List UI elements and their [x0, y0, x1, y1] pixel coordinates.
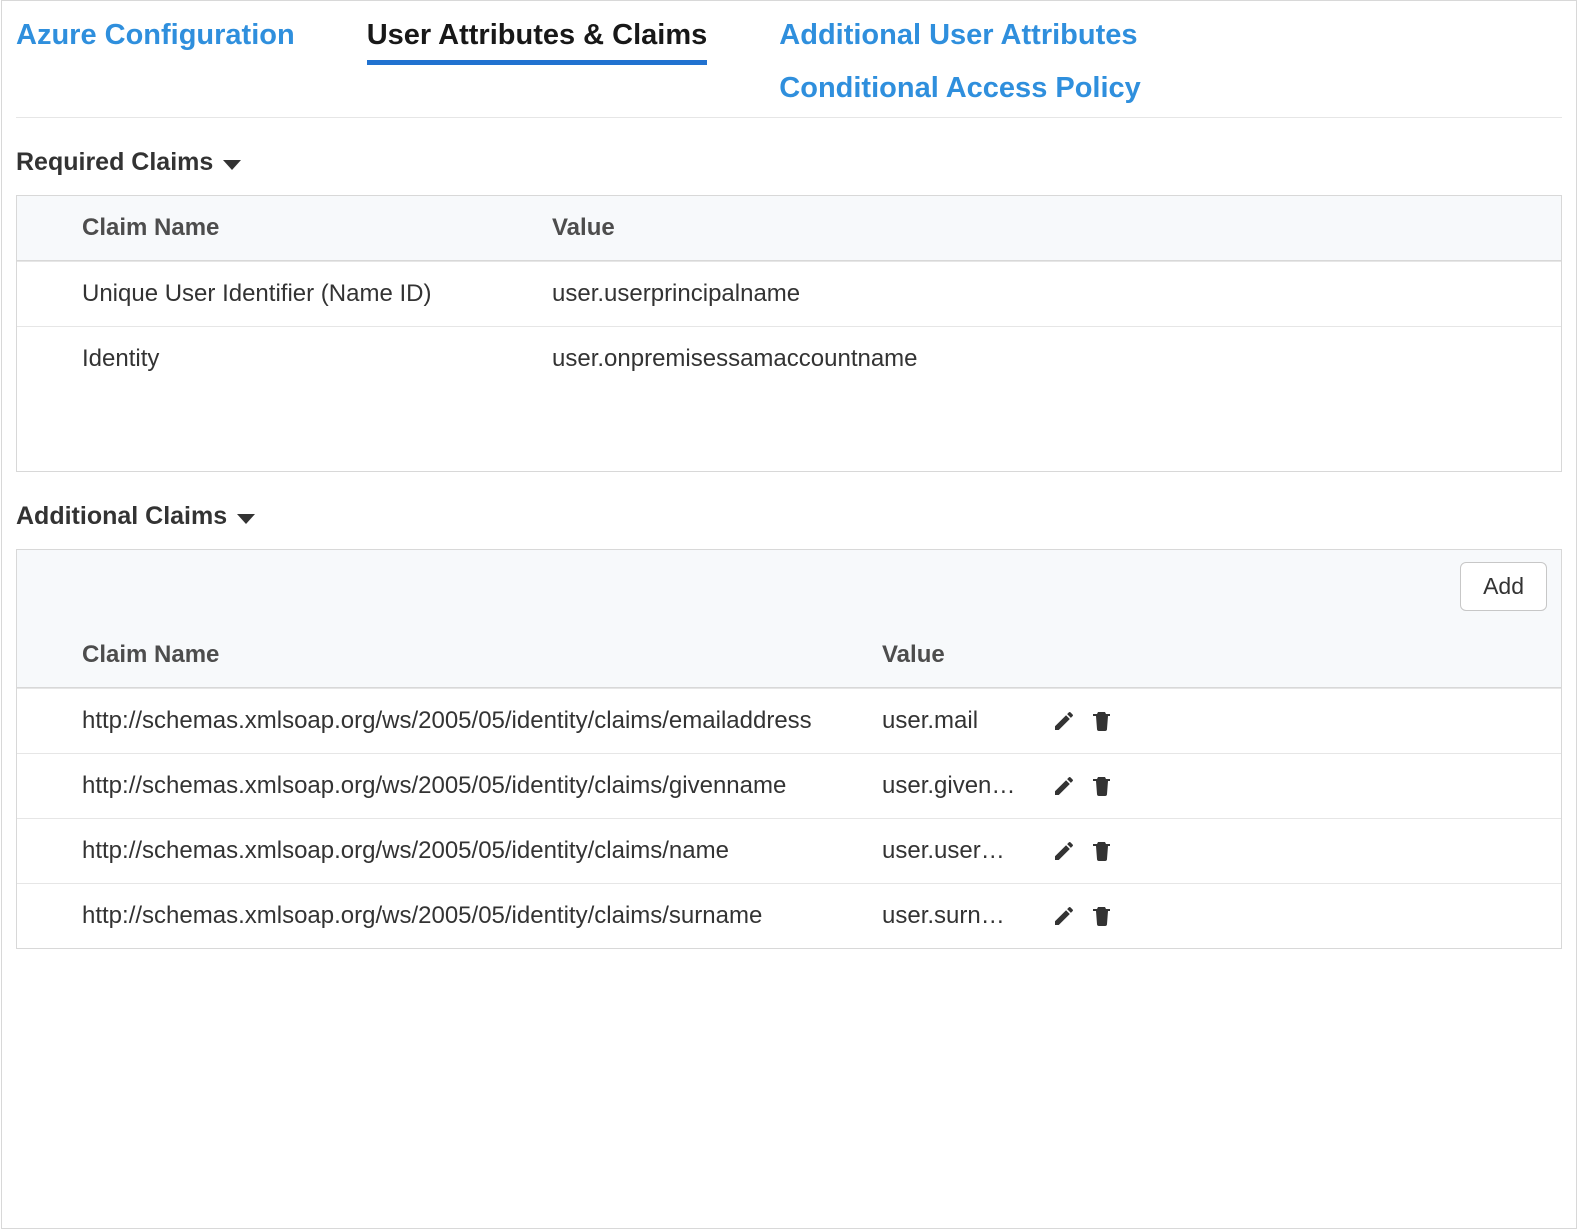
required-claims-table: Claim Name Value Unique User Identifier …	[16, 195, 1562, 472]
add-button[interactable]: Add	[1460, 562, 1547, 611]
claim-value-cell: user.user…	[882, 837, 1052, 865]
tab-conditional-access-policy[interactable]: Conditional Access Policy	[779, 64, 1141, 117]
additional-claims-toolbar: Add	[17, 550, 1561, 623]
claim-value-cell: user.given…	[882, 772, 1052, 800]
edit-icon[interactable]	[1052, 774, 1076, 798]
claim-name-cell: Unique User Identifier (Name ID)	[82, 280, 552, 308]
col-value: Value	[882, 641, 1052, 669]
edit-icon[interactable]	[1052, 709, 1076, 733]
caret-down-icon	[223, 160, 241, 170]
required-table-header: Claim Name Value	[17, 196, 1561, 261]
table-row[interactable]: http://schemas.xmlsoap.org/ws/2005/05/id…	[17, 753, 1561, 818]
edit-icon[interactable]	[1052, 904, 1076, 928]
additional-claims-toggle[interactable]: Additional Claims	[16, 502, 1562, 531]
tab-user-attributes-claims[interactable]: User Attributes & Claims	[367, 11, 708, 65]
claim-value-cell: user.userprincipalname	[552, 280, 1561, 308]
delete-icon[interactable]	[1090, 839, 1114, 863]
claim-value-cell: user.mail	[882, 707, 1052, 735]
table-row[interactable]: http://schemas.xmlsoap.org/ws/2005/05/id…	[17, 688, 1561, 753]
caret-down-icon	[237, 514, 255, 524]
table-row[interactable]: Identity user.onpremisessamaccountname	[17, 326, 1561, 391]
claim-value-cell: user.surn…	[882, 902, 1052, 930]
delete-icon[interactable]	[1090, 904, 1114, 928]
col-value: Value	[552, 214, 1561, 242]
table-row[interactable]: http://schemas.xmlsoap.org/ws/2005/05/id…	[17, 883, 1561, 948]
col-claim-name: Claim Name	[82, 214, 552, 242]
claim-name-cell: http://schemas.xmlsoap.org/ws/2005/05/id…	[82, 837, 882, 865]
edit-icon[interactable]	[1052, 839, 1076, 863]
delete-icon[interactable]	[1090, 774, 1114, 798]
tab-additional-user-attributes[interactable]: Additional User Attributes	[779, 11, 1141, 64]
tab-bar: Azure Configuration User Attributes & Cl…	[16, 1, 1562, 118]
claim-value-cell: user.onpremisessamaccountname	[552, 345, 1561, 373]
required-claims-label: Required Claims	[16, 148, 213, 177]
table-row[interactable]: Unique User Identifier (Name ID) user.us…	[17, 261, 1561, 326]
delete-icon[interactable]	[1090, 709, 1114, 733]
additional-table-header: Claim Name Value	[17, 623, 1561, 688]
claim-name-cell: http://schemas.xmlsoap.org/ws/2005/05/id…	[82, 902, 882, 930]
col-claim-name: Claim Name	[82, 641, 882, 669]
tab-azure-configuration[interactable]: Azure Configuration	[16, 11, 295, 64]
claim-name-cell: Identity	[82, 345, 552, 373]
table-row[interactable]: http://schemas.xmlsoap.org/ws/2005/05/id…	[17, 818, 1561, 883]
claim-name-cell: http://schemas.xmlsoap.org/ws/2005/05/id…	[82, 707, 882, 735]
required-claims-toggle[interactable]: Required Claims	[16, 148, 1562, 177]
claim-name-cell: http://schemas.xmlsoap.org/ws/2005/05/id…	[82, 772, 882, 800]
additional-claims-table: Add Claim Name Value http://schemas.xmls…	[16, 549, 1562, 949]
additional-claims-label: Additional Claims	[16, 502, 227, 531]
